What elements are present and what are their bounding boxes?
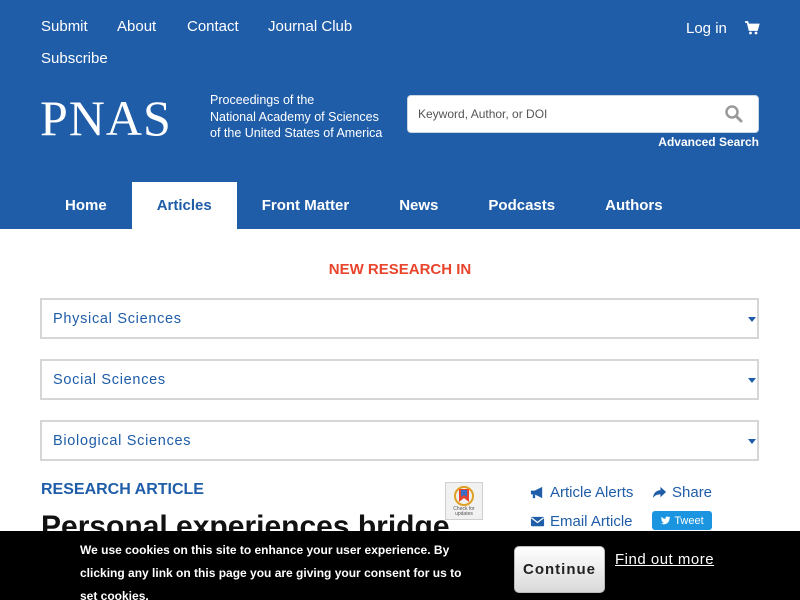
tweet-button[interactable]: Tweet — [652, 511, 712, 530]
physical-sciences-select[interactable]: Physical Sciences — [40, 298, 759, 339]
select-label: Physical Sciences — [53, 311, 182, 327]
tagline-line-2: National Academy of Sciences — [210, 109, 379, 124]
nav-home[interactable]: Home — [40, 182, 132, 229]
share-button[interactable]: Share — [652, 484, 712, 501]
advanced-search-link[interactable]: Advanced Search — [658, 135, 759, 149]
main-nav: Home Articles Front Matter News Podcasts… — [40, 182, 688, 229]
crossmark-text: Check for updates — [453, 506, 475, 517]
submit-link[interactable]: Submit — [41, 18, 88, 35]
login-link[interactable]: Log in — [686, 20, 727, 37]
site-header: Submit About Contact Journal Club Subscr… — [0, 0, 800, 229]
subscribe-link[interactable]: Subscribe — [41, 50, 108, 67]
email-article-label: Email Article — [550, 513, 633, 530]
nav-front-matter[interactable]: Front Matter — [237, 182, 375, 229]
chevron-down-icon — [748, 439, 756, 444]
nav-articles[interactable]: Articles — [131, 182, 237, 229]
chevron-down-icon — [748, 378, 756, 383]
pnas-logo[interactable]: PNAS — [40, 92, 172, 144]
nav-podcasts[interactable]: Podcasts — [463, 182, 580, 229]
share-icon — [652, 486, 667, 499]
contact-link[interactable]: Contact — [187, 18, 239, 35]
twitter-bird-icon — [661, 516, 671, 525]
share-label: Share — [672, 484, 713, 501]
search-box — [407, 95, 759, 133]
journal-club-link[interactable]: Journal Club — [268, 18, 352, 35]
tagline-line-3: of the United States of America — [210, 126, 383, 140]
search-input[interactable] — [418, 96, 708, 132]
biological-sciences-select[interactable]: Biological Sciences — [40, 420, 759, 461]
about-link[interactable]: About — [117, 18, 156, 35]
envelope-icon — [530, 516, 545, 527]
new-research-heading: NEW RESEARCH IN — [328, 261, 472, 278]
chevron-down-icon — [748, 317, 756, 322]
continue-button[interactable]: Continue — [514, 546, 605, 593]
crossmark-badge[interactable]: Check for updates — [445, 482, 483, 520]
nav-authors[interactable]: Authors — [580, 182, 688, 229]
bullhorn-icon — [530, 486, 543, 499]
select-label: Social Sciences — [53, 372, 166, 388]
find-out-more-link[interactable]: Find out more — [615, 551, 714, 568]
tweet-label: Tweet — [674, 514, 704, 527]
shopping-cart-icon[interactable] — [744, 20, 760, 36]
logo-tagline: Proceedings of the National Academy of S… — [210, 92, 400, 142]
search-icon[interactable] — [724, 104, 744, 124]
tagline-line-1: Proceedings of the — [210, 93, 315, 107]
select-label: Biological Sciences — [53, 433, 192, 449]
article-type-label: RESEARCH ARTICLE — [41, 481, 204, 498]
article-alerts-label: Article Alerts — [550, 484, 634, 501]
nav-news[interactable]: News — [374, 182, 463, 229]
article-alerts-button[interactable]: Article Alerts — [530, 484, 633, 501]
email-article-button[interactable]: Email Article — [530, 513, 633, 530]
social-sciences-select[interactable]: Social Sciences — [40, 359, 759, 400]
cookie-message: We use cookies on this site to enhance y… — [80, 543, 462, 600]
